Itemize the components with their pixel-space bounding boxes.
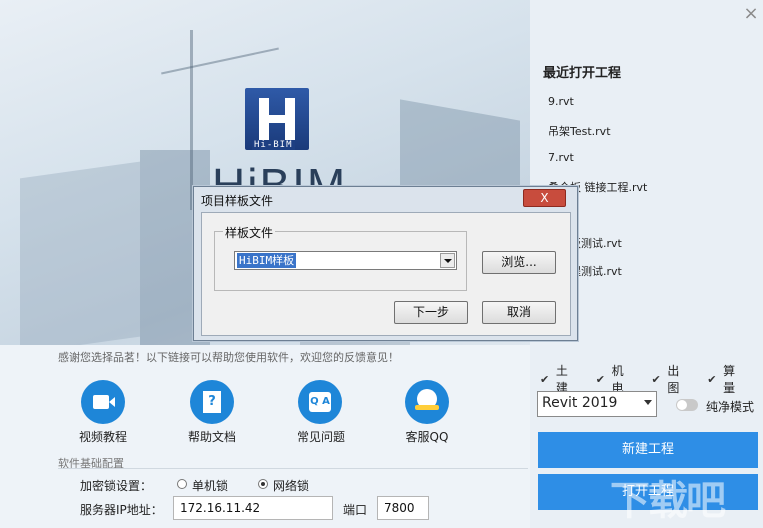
single-lock-radio[interactable] — [177, 479, 187, 489]
video-tutorial-icon[interactable] — [81, 380, 125, 424]
logo-h-mark — [259, 98, 295, 140]
logo-subtext: Hi-BIM — [252, 140, 295, 150]
discipline-check-chutu[interactable]: ✔ 出图 — [652, 362, 692, 396]
crane-shape — [190, 30, 193, 210]
pure-mode-label: 纯净模式 — [706, 400, 755, 414]
cancel-button[interactable]: 取消 — [482, 301, 556, 324]
check-icon: ✔ — [707, 372, 717, 386]
video-tutorial-link[interactable]: 视频教程 — [63, 428, 143, 445]
recent-project-item[interactable]: 9.rvt — [548, 95, 574, 108]
check-icon: ✔ — [595, 372, 605, 386]
template-file-combo[interactable]: HiBIM样板 — [234, 251, 457, 270]
network-lock-radio[interactable] — [258, 479, 268, 489]
building-shape — [20, 161, 140, 345]
qq-support-icon[interactable] — [405, 380, 449, 424]
chevron-down-icon — [444, 259, 452, 263]
revit-version-value: Revit 2019 — [542, 395, 618, 411]
faq-icon[interactable]: Q A — [298, 380, 342, 424]
discipline-label: 出图 — [667, 364, 680, 395]
recent-project-item[interactable]: 7.rvt — [548, 151, 574, 164]
discipline-label: 算量 — [723, 364, 736, 395]
help-doc-link[interactable]: 帮助文档 — [172, 428, 252, 445]
dialog-close-button[interactable]: X — [523, 189, 566, 207]
port-label: 端口 — [343, 503, 368, 517]
port-input[interactable]: 7800 — [377, 496, 429, 520]
divider — [58, 468, 528, 469]
template-dialog: 项目样板文件 X 样板文件 HiBIM样板 浏览... 下一步 取消 — [193, 186, 578, 341]
revit-version-select[interactable]: Revit 2019 — [537, 391, 657, 417]
crane-arm-shape — [161, 47, 279, 75]
app-window: Hi-BIM HiBIM 感谢您选择品茗！以下链接可以帮助您使用软件，欢迎您的反… — [0, 0, 763, 528]
help-doc-icon[interactable]: ? — [190, 380, 234, 424]
qq-support-link[interactable]: 客服QQ — [387, 428, 467, 445]
single-lock-label[interactable]: 单机锁 — [192, 477, 228, 494]
template-file-value: HiBIM样板 — [237, 253, 297, 268]
recent-project-item[interactable]: 吊架Test.rvt — [548, 123, 611, 139]
dialog-title: 项目样板文件 — [201, 194, 274, 208]
watermark: 下载吧 — [610, 478, 726, 524]
dialog-body: 样板文件 HiBIM样板 浏览... 下一步 取消 — [201, 212, 571, 336]
faq-link[interactable]: 常见问题 — [281, 428, 361, 445]
lock-setting-label: 加密锁设置： — [80, 479, 153, 493]
next-button[interactable]: 下一步 — [394, 301, 468, 324]
recent-projects-title: 最近打开工程 — [543, 66, 622, 81]
help-intro-text: 感谢您选择品茗！以下链接可以帮助您使用软件，欢迎您的反馈意见！ — [58, 351, 399, 364]
pure-mode-toggle[interactable] — [676, 399, 698, 411]
close-icon[interactable]: × — [743, 5, 759, 23]
chevron-down-icon — [644, 400, 652, 405]
check-icon: ✔ — [540, 372, 550, 386]
combo-dropdown-button[interactable] — [440, 253, 455, 268]
server-ip-input[interactable]: 172.16.11.42 — [173, 496, 333, 520]
network-lock-label[interactable]: 网络锁 — [273, 477, 309, 494]
server-ip-label: 服务器IP地址： — [80, 503, 163, 517]
new-project-button[interactable]: 新建工程 — [538, 432, 758, 468]
group-label: 样板文件 — [223, 224, 276, 241]
check-icon: ✔ — [651, 372, 661, 386]
discipline-check-suanliang[interactable]: ✔ 算量 — [707, 362, 747, 396]
browse-button[interactable]: 浏览... — [482, 251, 556, 274]
template-file-group: 样板文件 HiBIM样板 — [214, 224, 467, 291]
